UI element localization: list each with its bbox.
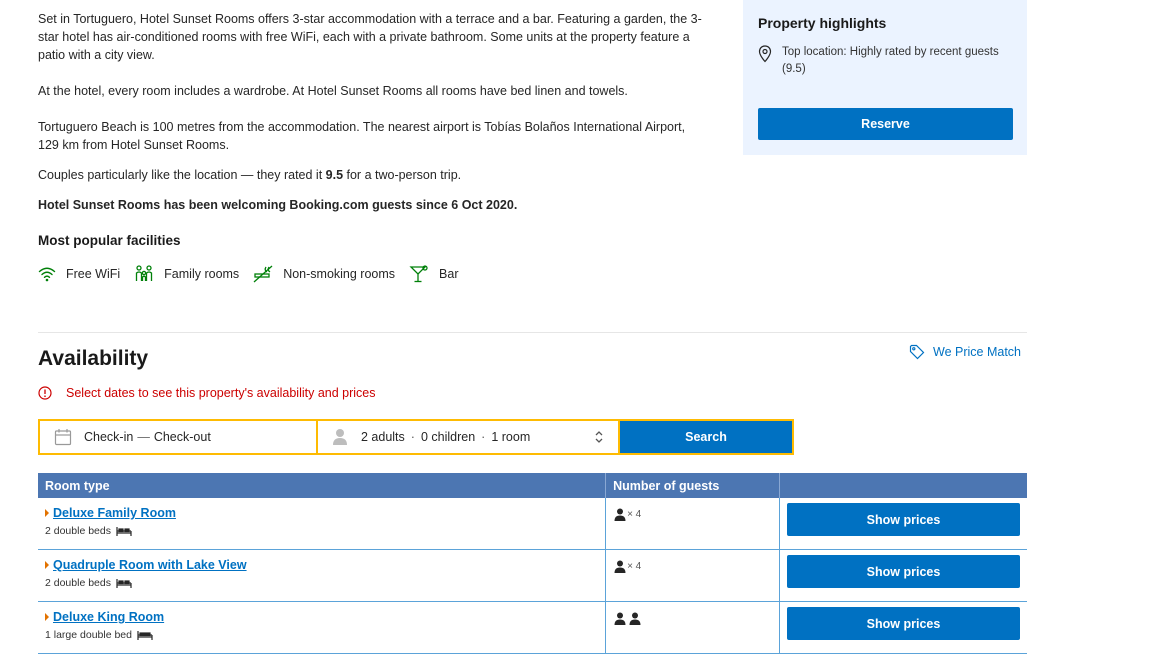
availability-search-bar: Check-in — Check-out 2 adults · 0 childr… <box>38 419 794 455</box>
description-paragraph: Tortuguero Beach is 100 metres from the … <box>38 120 686 152</box>
facility-non-smoking: Non-smoking rooms <box>253 265 395 283</box>
room-name-link[interactable]: Quadruple Room with Lake View <box>53 558 247 572</box>
facilities-list: Free WiFi Family rooms Non-smoking rooms… <box>38 265 472 283</box>
room-name-row: Deluxe Family Room <box>45 506 598 520</box>
person-icon <box>614 508 626 521</box>
highlight-location-text: Top location: Highly rated by recent gue… <box>782 46 999 75</box>
facility-bar: Bar <box>409 265 458 283</box>
alert-icon <box>38 386 52 400</box>
property-description: Set in Tortuguero, Hotel Sunset Rooms of… <box>38 10 703 232</box>
price-match-link[interactable]: We Price Match <box>909 344 1021 360</box>
facility-label: Family rooms <box>164 267 240 281</box>
caret-right-icon <box>45 613 49 621</box>
bed-info: 2 double beds <box>45 525 598 537</box>
guests-cell: × 4 <box>606 498 779 521</box>
person-icon <box>333 429 347 445</box>
couples-score: 9.5 <box>325 168 344 182</box>
caret-right-icon <box>45 509 49 517</box>
reserve-button[interactable]: Reserve <box>758 108 1013 140</box>
highlight-location: Top location: Highly rated by recent gue… <box>758 44 1018 78</box>
separator-dot: · <box>481 430 486 444</box>
bed-info: 2 double beds <box>45 577 598 589</box>
bed-info-text: 2 double beds <box>45 577 111 589</box>
availability-alert: Select dates to see this property's avai… <box>38 386 376 400</box>
facility-label: Non-smoking rooms <box>283 267 396 281</box>
highlights-title: Property highlights <box>758 15 887 31</box>
facility-label: Bar <box>439 267 459 281</box>
search-button[interactable]: Search <box>620 421 792 453</box>
bed-info-text: 2 double beds <box>45 525 111 537</box>
adults-count: 2 adults <box>361 430 405 444</box>
room-name-link[interactable]: Deluxe King Room <box>53 610 164 624</box>
date-picker[interactable]: Check-in — Check-out <box>40 421 316 453</box>
facility-family-rooms: Family rooms <box>134 265 239 283</box>
guests-cell: × 4 <box>606 550 779 573</box>
show-prices-button[interactable]: Show prices <box>787 555 1020 588</box>
action-cell: Show prices <box>780 602 1027 640</box>
room-type-cell: Deluxe King Room 1 large double bed <box>38 602 605 641</box>
table-row: Deluxe Family Room 2 double beds × 4 Sho… <box>38 498 1027 550</box>
facilities-title: Most popular facilities <box>38 233 181 248</box>
facility-wifi: Free WiFi <box>38 266 120 282</box>
children-count: 0 children <box>420 430 476 444</box>
description-paragraph: At the hotel, every room includes a ward… <box>38 84 628 98</box>
location-pin-icon <box>758 45 772 63</box>
room-name-link[interactable]: Deluxe Family Room <box>53 506 176 520</box>
chevron-up-down-icon <box>595 431 603 443</box>
room-name-row: Quadruple Room with Lake View <box>45 558 598 572</box>
alert-text: Select dates to see this property's avai… <box>66 386 376 400</box>
facility-label: Free WiFi <box>66 267 121 281</box>
checkout-label: Check-out <box>153 430 211 444</box>
show-prices-button[interactable]: Show prices <box>787 503 1020 536</box>
caret-right-icon <box>45 561 49 569</box>
table-row: Deluxe King Room 1 large double bed Show… <box>38 601 1027 654</box>
wifi-icon <box>38 267 56 282</box>
welcome-since-text: Hotel Sunset Rooms has been welcoming Bo… <box>38 198 518 212</box>
property-highlights-panel: Property highlights Top location: Highly… <box>743 0 1027 155</box>
description-paragraph: Set in Tortuguero, Hotel Sunset Rooms of… <box>38 12 702 62</box>
bed-icon <box>116 526 132 536</box>
cocktail-icon <box>409 265 428 283</box>
checkin-label: Check-in <box>84 430 134 444</box>
family-icon <box>136 265 153 281</box>
separator-dot: · <box>410 430 415 444</box>
date-separator: — <box>137 430 150 444</box>
section-divider <box>38 332 1027 333</box>
price-tag-icon <box>909 344 925 360</box>
room-table: Room type Number of guests Deluxe Family… <box>38 473 1027 654</box>
room-name-row: Deluxe King Room <box>45 610 598 624</box>
room-type-cell: Quadruple Room with Lake View 2 double b… <box>38 550 605 589</box>
bed-icon <box>137 630 153 640</box>
table-header-row: Room type Number of guests <box>38 473 1027 498</box>
no-smoking-icon <box>253 265 273 283</box>
person-icon <box>614 612 626 625</box>
column-header-guests: Number of guests <box>605 473 780 498</box>
guests-multiplier: × 4 <box>627 561 642 572</box>
bed-icon <box>116 578 132 588</box>
availability-title: Availability <box>38 347 149 370</box>
guests-selector[interactable]: 2 adults · 0 children · 1 room <box>318 421 618 453</box>
person-icon <box>614 560 626 573</box>
guests-cell <box>606 602 779 625</box>
table-row: Quadruple Room with Lake View 2 double b… <box>38 549 1027 602</box>
calendar-icon <box>54 429 72 446</box>
show-prices-button[interactable]: Show prices <box>787 607 1020 640</box>
column-header-action <box>779 473 1027 498</box>
column-header-room-type: Room type <box>38 473 607 498</box>
price-match-label: We Price Match <box>933 345 1021 359</box>
bed-info-text: 1 large double bed <box>45 629 132 641</box>
rooms-count: 1 room <box>491 430 531 444</box>
bed-info: 1 large double bed <box>45 629 598 641</box>
action-cell: Show prices <box>780 550 1027 588</box>
person-icon <box>629 612 641 625</box>
guests-multiplier: × 4 <box>627 509 642 520</box>
action-cell: Show prices <box>780 498 1027 536</box>
couples-rating-text: Couples particularly like the location —… <box>38 168 462 182</box>
room-type-cell: Deluxe Family Room 2 double beds <box>38 498 605 537</box>
